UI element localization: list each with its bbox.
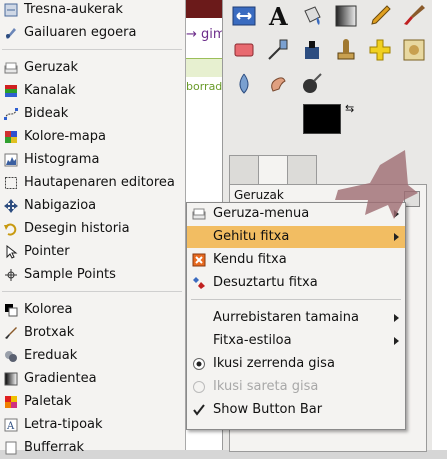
channels-icon [5, 85, 17, 97]
brushes-icon [5, 327, 17, 339]
menu-item-pointer[interactable]: Pointer [0, 241, 185, 263]
dodge-burn-tool-icon[interactable] [299, 71, 325, 97]
menu-item-fonts[interactable]: A Letra-tipoak [0, 414, 185, 436]
annotation-arrow-icon [335, 150, 418, 219]
heal-tool-icon[interactable] [367, 37, 393, 63]
browser-header-bar [186, 0, 226, 18]
dialogs-menu: Tresna-aukerak Gailuaren egoera Geruzak … [0, 0, 186, 455]
menu-item-tab-style[interactable]: Fitxa-estiloa [187, 330, 405, 352]
paintbrush-tool-icon[interactable] [401, 3, 427, 29]
submenu-arrow-icon [394, 233, 399, 241]
text-tool-icon[interactable]: A [265, 3, 291, 29]
palettes-icon [5, 396, 17, 408]
menu-separator [2, 291, 182, 292]
layers-icon [4, 62, 18, 74]
menu-item-view-as-list[interactable]: Ikusi zerrenda gisa [187, 353, 405, 375]
swap-colors-icon[interactable]: ⇆ [345, 102, 354, 115]
smudge-tool-icon[interactable] [265, 71, 291, 97]
menu-item-undo-history[interactable]: Desegin historia [0, 218, 185, 240]
perspective-clone-tool-icon[interactable] [401, 37, 427, 63]
close-tab-icon [192, 253, 206, 267]
radio-checked-icon [193, 358, 205, 370]
colormap-icon [5, 131, 17, 143]
foreground-color-swatch[interactable] [303, 104, 341, 134]
menu-item-palettes[interactable]: Paletak [0, 391, 185, 413]
tab-tool-options[interactable] [229, 155, 259, 184]
histogram-icon [4, 153, 18, 167]
sample-points-icon [5, 269, 17, 281]
menu-separator [191, 299, 401, 300]
tool-options-icon [4, 3, 18, 17]
clone-tool-icon[interactable] [333, 37, 359, 63]
radio-unchecked-icon [193, 381, 205, 393]
browser-url-fragment[interactable]: → gim [186, 27, 226, 42]
navigation-icon [4, 199, 18, 213]
menu-item-layers[interactable]: Geruzak [0, 57, 185, 79]
menu-item-brushes[interactable]: Brotxak [0, 322, 185, 344]
blur-tool-icon[interactable] [231, 71, 257, 97]
fonts-icon: A [4, 418, 18, 432]
undo-history-icon [4, 223, 17, 236]
menu-item-preview-size[interactable]: Aurrebistaren tamaina [187, 307, 405, 329]
pencil-tool-icon[interactable] [367, 3, 393, 29]
pointer-icon [6, 245, 18, 259]
gradients-icon [4, 372, 18, 386]
patterns-icon [5, 351, 17, 362]
menu-item-buffers[interactable]: Bufferrak [0, 437, 185, 459]
menu-item-add-tab[interactable]: Gehitu fitxa [187, 226, 405, 248]
submenu-arrow-icon [394, 314, 399, 322]
dock-title: Geruzak [234, 188, 284, 202]
scale-tool-icon[interactable] [231, 3, 257, 29]
paths-icon [4, 108, 18, 120]
ink-tool-icon[interactable] [299, 37, 325, 63]
menu-item-sample-points[interactable]: Sample Points [0, 264, 185, 286]
image-window-edge [432, 0, 447, 450]
bucket-fill-tool-icon[interactable] [299, 3, 325, 29]
menu-item-colors[interactable]: Kolorea [0, 299, 185, 321]
menu-item-patterns[interactable]: Ereduak [0, 345, 185, 367]
menu-item-channels[interactable]: Kanalak [0, 80, 185, 102]
svg-text:A: A [268, 3, 288, 29]
menu-item-device-status[interactable]: Gailuaren egoera [0, 22, 185, 44]
colors-icon [5, 304, 18, 317]
menu-item-paths[interactable]: Bideak [0, 103, 185, 125]
selection-editor-icon [5, 177, 17, 189]
menu-item-colormap[interactable]: Kolore-mapa [0, 126, 185, 148]
menu-separator [2, 49, 182, 50]
submenu-arrow-icon [394, 337, 399, 345]
menu-item-view-as-grid: Ikusi sareta gisa [187, 376, 405, 398]
detach-tab-icon [193, 277, 205, 289]
buffers-icon [5, 441, 17, 455]
menu-item-tool-options[interactable]: Tresna-aukerak [0, 0, 185, 21]
menu-item-gradients[interactable]: Gradientea [0, 368, 185, 390]
svg-text:A: A [6, 421, 15, 432]
tab-layers[interactable] [258, 155, 288, 186]
menu-item-detach-tab[interactable]: Desuztartu fitxa [187, 272, 405, 294]
menu-item-navigation[interactable]: Nabigazioa [0, 195, 185, 217]
eraser-tool-icon[interactable] [231, 37, 257, 63]
menu-item-show-button-bar[interactable]: Show Button Bar [187, 399, 405, 421]
dock-context-menu: Geruza-menua Gehitu fitxa Kendu fitxa De… [186, 202, 406, 430]
blend-tool-icon[interactable] [333, 3, 359, 29]
airbrush-tool-icon[interactable] [265, 37, 291, 63]
checkmark-icon [193, 404, 205, 416]
menu-item-histogram[interactable]: Histograma [0, 149, 185, 171]
menu-item-selection-editor[interactable]: Hautapenaren editorea [0, 172, 185, 194]
browser-tab-bar [186, 58, 222, 77]
menu-item-close-tab[interactable]: Kendu fitxa [187, 249, 405, 271]
device-status-icon [6, 28, 16, 39]
layers-menu-icon [192, 208, 206, 220]
tab-channels[interactable] [287, 155, 317, 184]
